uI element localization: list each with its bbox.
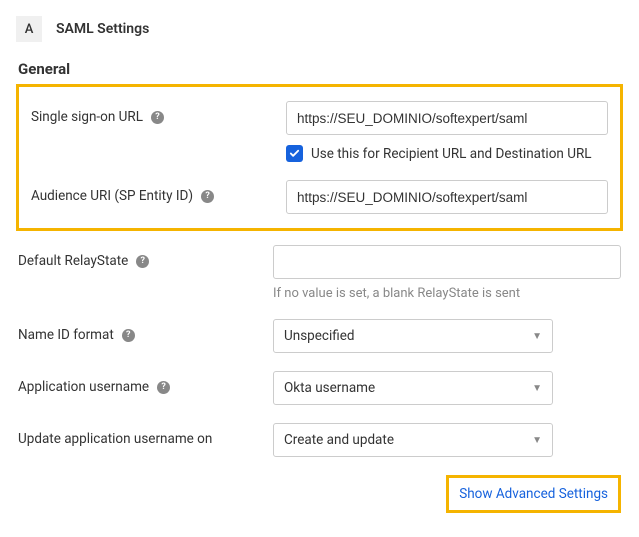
- sso-url-label: Single sign-on URL: [31, 109, 143, 125]
- advanced-settings-highlight: Show Advanced Settings: [446, 475, 621, 513]
- chevron-down-icon: ▼: [532, 435, 542, 446]
- field-sso-url: Single sign-on URL ? Use this for Recipi…: [31, 101, 608, 162]
- relay-state-label: Default RelayState: [18, 253, 128, 269]
- help-icon[interactable]: ?: [157, 381, 170, 394]
- help-icon[interactable]: ?: [122, 329, 135, 342]
- section-general-title: General: [18, 60, 623, 78]
- use-for-recipient-checkbox[interactable]: [286, 145, 303, 162]
- relay-state-helper: If no value is set, a blank RelayState i…: [273, 286, 621, 301]
- field-app-username: Application username ? Okta username ▼: [18, 371, 621, 405]
- field-relay-state: Default RelayState ? If no value is set,…: [18, 245, 621, 301]
- chevron-down-icon: ▼: [532, 331, 542, 342]
- app-username-label: Application username: [18, 379, 149, 395]
- update-username-on-label: Update application username on: [18, 431, 212, 447]
- help-icon[interactable]: ?: [201, 190, 214, 203]
- use-for-recipient-label: Use this for Recipient URL and Destinati…: [311, 146, 592, 162]
- audience-uri-label: Audience URI (SP Entity ID): [31, 188, 193, 204]
- app-badge: A: [16, 16, 42, 42]
- checkmark-icon: [289, 148, 300, 159]
- page-header: A SAML Settings: [16, 16, 623, 42]
- update-username-on-select[interactable]: Create and update ▼: [273, 423, 553, 457]
- sso-url-input[interactable]: [286, 101, 608, 135]
- chevron-down-icon: ▼: [532, 383, 542, 394]
- field-nameid-format: Name ID format ? Unspecified ▼: [18, 319, 621, 353]
- audience-uri-input[interactable]: [286, 180, 608, 214]
- page-title: SAML Settings: [56, 21, 149, 37]
- app-username-select[interactable]: Okta username ▼: [273, 371, 553, 405]
- help-icon[interactable]: ?: [151, 111, 164, 124]
- relay-state-input[interactable]: [273, 245, 621, 279]
- field-update-username-on: Update application username on Create an…: [18, 423, 621, 457]
- help-icon[interactable]: ?: [136, 255, 149, 268]
- required-fields-highlight: Single sign-on URL ? Use this for Recipi…: [16, 84, 623, 231]
- field-audience-uri: Audience URI (SP Entity ID) ?: [31, 180, 608, 214]
- app-username-value: Okta username: [284, 380, 375, 396]
- nameid-format-select[interactable]: Unspecified ▼: [273, 319, 553, 353]
- nameid-format-value: Unspecified: [284, 328, 355, 344]
- show-advanced-settings-link[interactable]: Show Advanced Settings: [459, 486, 608, 502]
- update-username-on-value: Create and update: [284, 432, 394, 448]
- nameid-format-label: Name ID format: [18, 327, 114, 343]
